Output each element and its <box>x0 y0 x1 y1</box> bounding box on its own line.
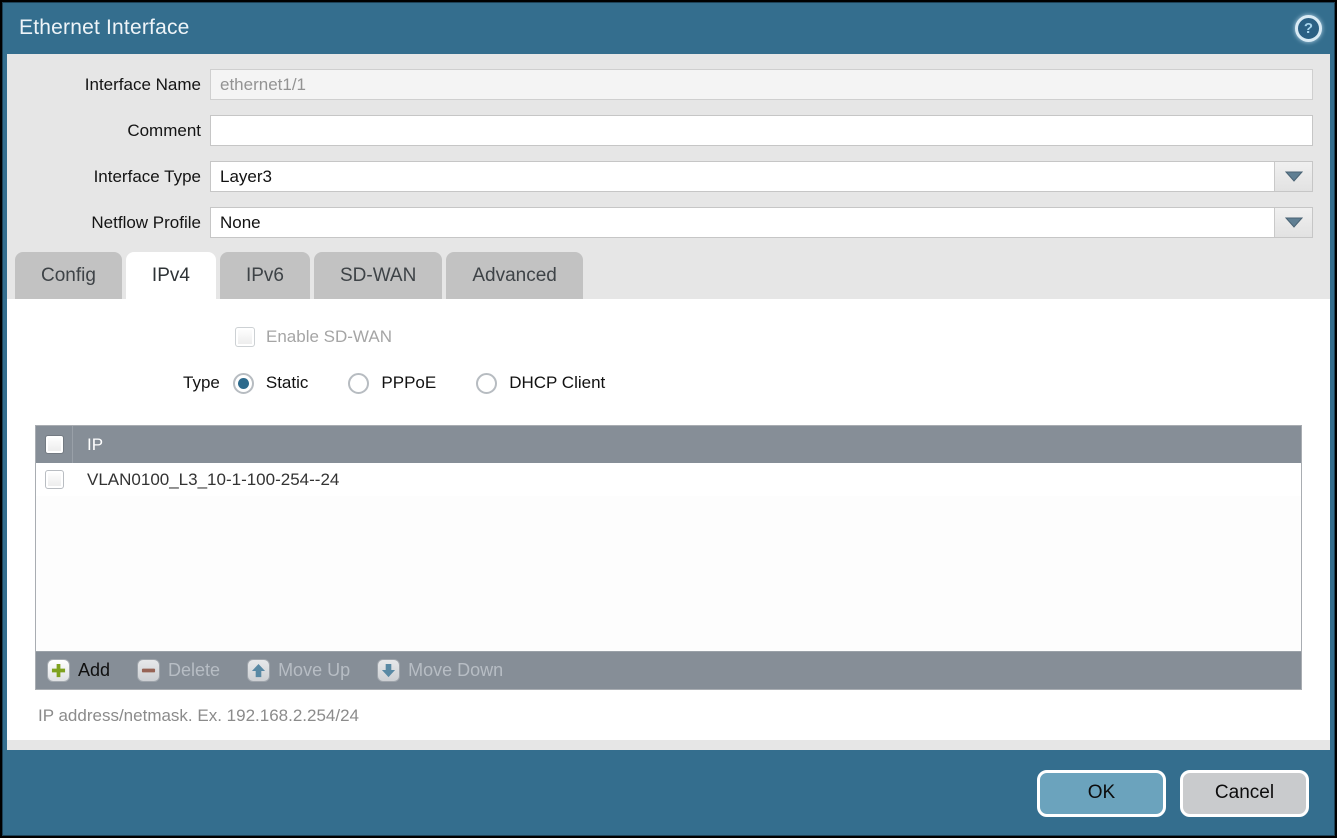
netflow-profile-dropdown[interactable]: None <box>210 207 1313 238</box>
delete-button: Delete <box>137 659 220 682</box>
ethernet-interface-dialog: Ethernet Interface ? Interface Name ethe… <box>0 0 1337 838</box>
move-down-button-label: Move Down <box>408 660 503 681</box>
interface-form: Interface Name ethernet1/1 Comment Inter… <box>7 54 1330 238</box>
help-icon[interactable]: ? <box>1295 15 1322 42</box>
form-row-netflow-profile: Netflow Profile None <box>7 207 1313 238</box>
ip-cell[interactable]: VLAN0100_L3_10-1-100-254--24 <box>73 470 339 490</box>
radio-dhcp-client-control[interactable] <box>476 373 497 394</box>
table-empty-area <box>36 496 1301 651</box>
interface-name-label: Interface Name <box>7 75 210 95</box>
select-all-checkbox[interactable] <box>45 435 64 454</box>
type-radio-group: Type Static PPPoE DHCP Client <box>183 372 1330 394</box>
table-row[interactable]: VLAN0100_L3_10-1-100-254--24 <box>36 463 1301 496</box>
enable-sdwan-label: Enable SD-WAN <box>266 327 392 347</box>
comment-input[interactable] <box>210 115 1313 146</box>
radio-dhcp-client-label: DHCP Client <box>509 373 605 393</box>
radio-pppoe-label: PPPoE <box>381 373 436 393</box>
minus-icon <box>137 659 160 682</box>
radio-pppoe[interactable]: PPPoE <box>348 373 436 394</box>
ok-button[interactable]: OK <box>1037 770 1166 817</box>
tab-sdwan[interactable]: SD-WAN <box>314 252 442 299</box>
radio-static-label: Static <box>266 373 309 393</box>
form-row-comment: Comment <box>7 115 1313 146</box>
dialog-title: Ethernet Interface <box>19 16 190 40</box>
add-button-label: Add <box>78 660 110 681</box>
row-checkbox[interactable] <box>45 470 64 489</box>
enable-sdwan-checkbox <box>235 327 255 347</box>
dialog-content: Interface Name ethernet1/1 Comment Inter… <box>7 54 1330 750</box>
row-checkbox-column <box>36 463 73 496</box>
tab-ipv4[interactable]: IPv4 <box>126 252 216 299</box>
form-row-interface-type: Interface Type Layer3 <box>7 161 1313 192</box>
move-down-button: Move Down <box>377 659 503 682</box>
radio-dhcp-client[interactable]: DHCP Client <box>476 373 605 394</box>
plus-icon <box>47 659 70 682</box>
netflow-profile-value: None <box>211 208 1274 237</box>
ip-table-header: IP <box>36 426 1301 463</box>
tab-config[interactable]: Config <box>15 252 122 299</box>
chevron-down-icon <box>1284 170 1304 183</box>
move-up-button-label: Move Up <box>278 660 350 681</box>
interface-type-dropdown[interactable]: Layer3 <box>210 161 1313 192</box>
arrow-up-icon <box>247 659 270 682</box>
interface-type-value: Layer3 <box>211 162 1274 191</box>
ip-hint-text: IP address/netmask. Ex. 192.168.2.254/24 <box>38 706 1330 726</box>
radio-pppoe-control[interactable] <box>348 373 369 394</box>
select-all-column <box>36 426 73 463</box>
type-label: Type <box>183 373 220 393</box>
table-toolbar: Add Delete Move Up <box>36 651 1301 689</box>
netflow-profile-dropdown-button[interactable] <box>1274 208 1312 237</box>
netflow-profile-label: Netflow Profile <box>7 213 210 233</box>
ip-column-header: IP <box>73 435 103 455</box>
dialog-footer: OK Cancel <box>2 750 1335 836</box>
add-button[interactable]: Add <box>47 659 110 682</box>
move-up-button: Move Up <box>247 659 350 682</box>
interface-type-dropdown-button[interactable] <box>1274 162 1312 191</box>
ipv4-tab-panel: Enable SD-WAN Type Static PPPoE DHCP Cli… <box>7 299 1330 740</box>
form-row-interface-name: Interface Name ethernet1/1 <box>7 69 1313 100</box>
interface-type-label: Interface Type <box>7 167 210 187</box>
tab-ipv6[interactable]: IPv6 <box>220 252 310 299</box>
interface-name-field: ethernet1/1 <box>210 69 1313 100</box>
titlebar: Ethernet Interface ? <box>2 2 1335 54</box>
arrow-down-icon <box>377 659 400 682</box>
radio-static[interactable]: Static <box>233 373 309 394</box>
enable-sdwan-row: Enable SD-WAN <box>235 326 1330 348</box>
comment-label: Comment <box>7 121 210 141</box>
ip-table: IP VLAN0100_L3_10-1-100-254--24 Add <box>35 425 1302 690</box>
chevron-down-icon <box>1284 216 1304 229</box>
tab-advanced[interactable]: Advanced <box>446 252 583 299</box>
radio-static-control[interactable] <box>233 373 254 394</box>
cancel-button[interactable]: Cancel <box>1180 770 1309 817</box>
delete-button-label: Delete <box>168 660 220 681</box>
tab-bar: Config IPv4 IPv6 SD-WAN Advanced <box>15 252 1330 299</box>
